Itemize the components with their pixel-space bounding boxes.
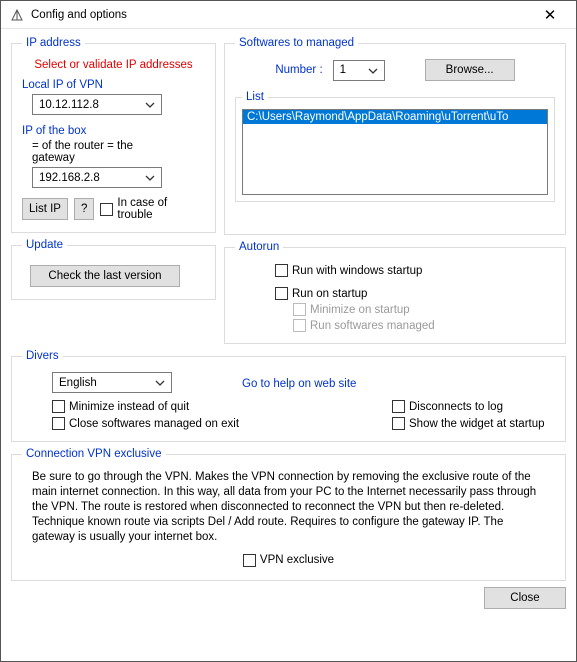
language-select[interactable]: English	[52, 372, 172, 393]
run-windows-startup-label: Run with windows startup	[292, 265, 422, 277]
software-group: Softwares to managed Number : 1 Browse..…	[224, 37, 566, 235]
ip-caption: Select or validate IP addresses	[22, 59, 205, 71]
ip-address-legend: IP address	[22, 37, 85, 49]
divers-legend: Divers	[22, 350, 63, 362]
minimize-startup-label: Minimize on startup	[310, 304, 410, 316]
vpn-exclusive-checkbox[interactable]: VPN exclusive	[243, 554, 334, 567]
checkbox-icon	[275, 264, 288, 277]
box-ip-hint: = of the router = the gateway	[32, 140, 142, 164]
titlebar: Config and options ✕	[1, 1, 576, 29]
ip-address-group: IP address Select or validate IP address…	[11, 37, 216, 233]
box-ip-label: IP of the box	[22, 125, 205, 137]
help-button[interactable]: ?	[74, 198, 94, 220]
local-ip-value: 10.12.112.8	[39, 99, 99, 111]
window-title: Config and options	[31, 9, 530, 21]
close-softwares-exit-label: Close softwares managed on exit	[69, 418, 239, 430]
close-softwares-exit-checkbox[interactable]: Close softwares managed on exit	[52, 417, 312, 430]
run-startup-label: Run on startup	[292, 288, 367, 300]
run-softwares-managed-label: Run softwares managed	[310, 320, 435, 332]
divers-group: Divers English Go to help on web site Mi…	[11, 350, 566, 442]
number-value: 1	[340, 64, 346, 76]
vpn-exclusive-label: VPN exclusive	[260, 554, 334, 566]
chevron-down-icon	[143, 171, 157, 185]
number-label: Number :	[275, 64, 322, 76]
minimize-quit-label: Minimize instead of quit	[69, 401, 189, 413]
box-ip-value: 192.168.2.8	[39, 172, 100, 184]
minimize-startup-checkbox: Minimize on startup	[293, 303, 555, 316]
list-ip-button[interactable]: List IP	[22, 198, 68, 220]
checkbox-icon	[293, 303, 306, 316]
checkbox-icon	[52, 417, 65, 430]
show-widget-checkbox[interactable]: Show the widget at startup	[392, 417, 545, 430]
box-ip-select[interactable]: 192.168.2.8	[32, 167, 162, 188]
vpn-description: Be sure to go through the VPN. Makes the…	[32, 470, 545, 545]
software-legend: Softwares to managed	[235, 37, 358, 49]
show-widget-label: Show the widget at startup	[409, 418, 545, 430]
update-legend: Update	[22, 239, 67, 251]
trouble-checkbox[interactable]: In case of trouble	[100, 197, 177, 221]
disconnects-log-label: Disconnects to log	[409, 401, 503, 413]
autorun-group: Autorun Run with windows startup Run on …	[224, 241, 566, 344]
local-ip-select[interactable]: 10.12.112.8	[32, 94, 162, 115]
checkbox-icon	[52, 400, 65, 413]
autorun-legend: Autorun	[235, 241, 283, 253]
update-group: Update Check the last version	[11, 239, 216, 300]
close-button[interactable]: Close	[484, 587, 566, 609]
goto-help-link[interactable]: Go to help on web site	[242, 378, 356, 391]
local-ip-label: Local IP of VPN	[22, 79, 205, 91]
checkbox-icon	[293, 319, 306, 332]
number-select[interactable]: 1	[333, 60, 385, 81]
checkbox-icon	[392, 400, 405, 413]
checkbox-icon	[275, 287, 288, 300]
software-listbox[interactable]: C:\Users\Raymond\AppData\Roaming\uTorren…	[242, 109, 548, 195]
browse-button[interactable]: Browse...	[425, 59, 515, 81]
window-close-button[interactable]: ✕	[530, 6, 570, 24]
checkbox-icon	[243, 554, 256, 567]
run-softwares-managed-checkbox: Run softwares managed	[293, 319, 555, 332]
disconnects-log-checkbox[interactable]: Disconnects to log	[392, 400, 545, 413]
chevron-down-icon	[153, 376, 167, 390]
run-windows-startup-checkbox[interactable]: Run with windows startup	[275, 264, 555, 277]
checkbox-icon	[100, 203, 113, 216]
vpn-exclusive-group: Connection VPN exclusive Be sure to go t…	[11, 448, 566, 581]
list-item[interactable]: C:\Users\Raymond\AppData\Roaming\uTorren…	[243, 110, 547, 124]
run-startup-checkbox[interactable]: Run on startup	[275, 287, 555, 300]
vpn-exclusive-legend: Connection VPN exclusive	[22, 448, 166, 460]
chevron-down-icon	[143, 98, 157, 112]
trouble-label: In case of trouble	[117, 197, 177, 221]
content-area: IP address Select or validate IP address…	[1, 29, 576, 661]
check-version-button[interactable]: Check the last version	[30, 265, 180, 287]
app-icon	[9, 7, 25, 23]
language-value: English	[59, 377, 97, 389]
list-group: List C:\Users\Raymond\AppData\Roaming\uT…	[235, 91, 555, 202]
chevron-down-icon	[366, 64, 380, 78]
minimize-quit-checkbox[interactable]: Minimize instead of quit	[52, 400, 312, 413]
checkbox-icon	[392, 417, 405, 430]
list-legend: List	[242, 91, 268, 103]
